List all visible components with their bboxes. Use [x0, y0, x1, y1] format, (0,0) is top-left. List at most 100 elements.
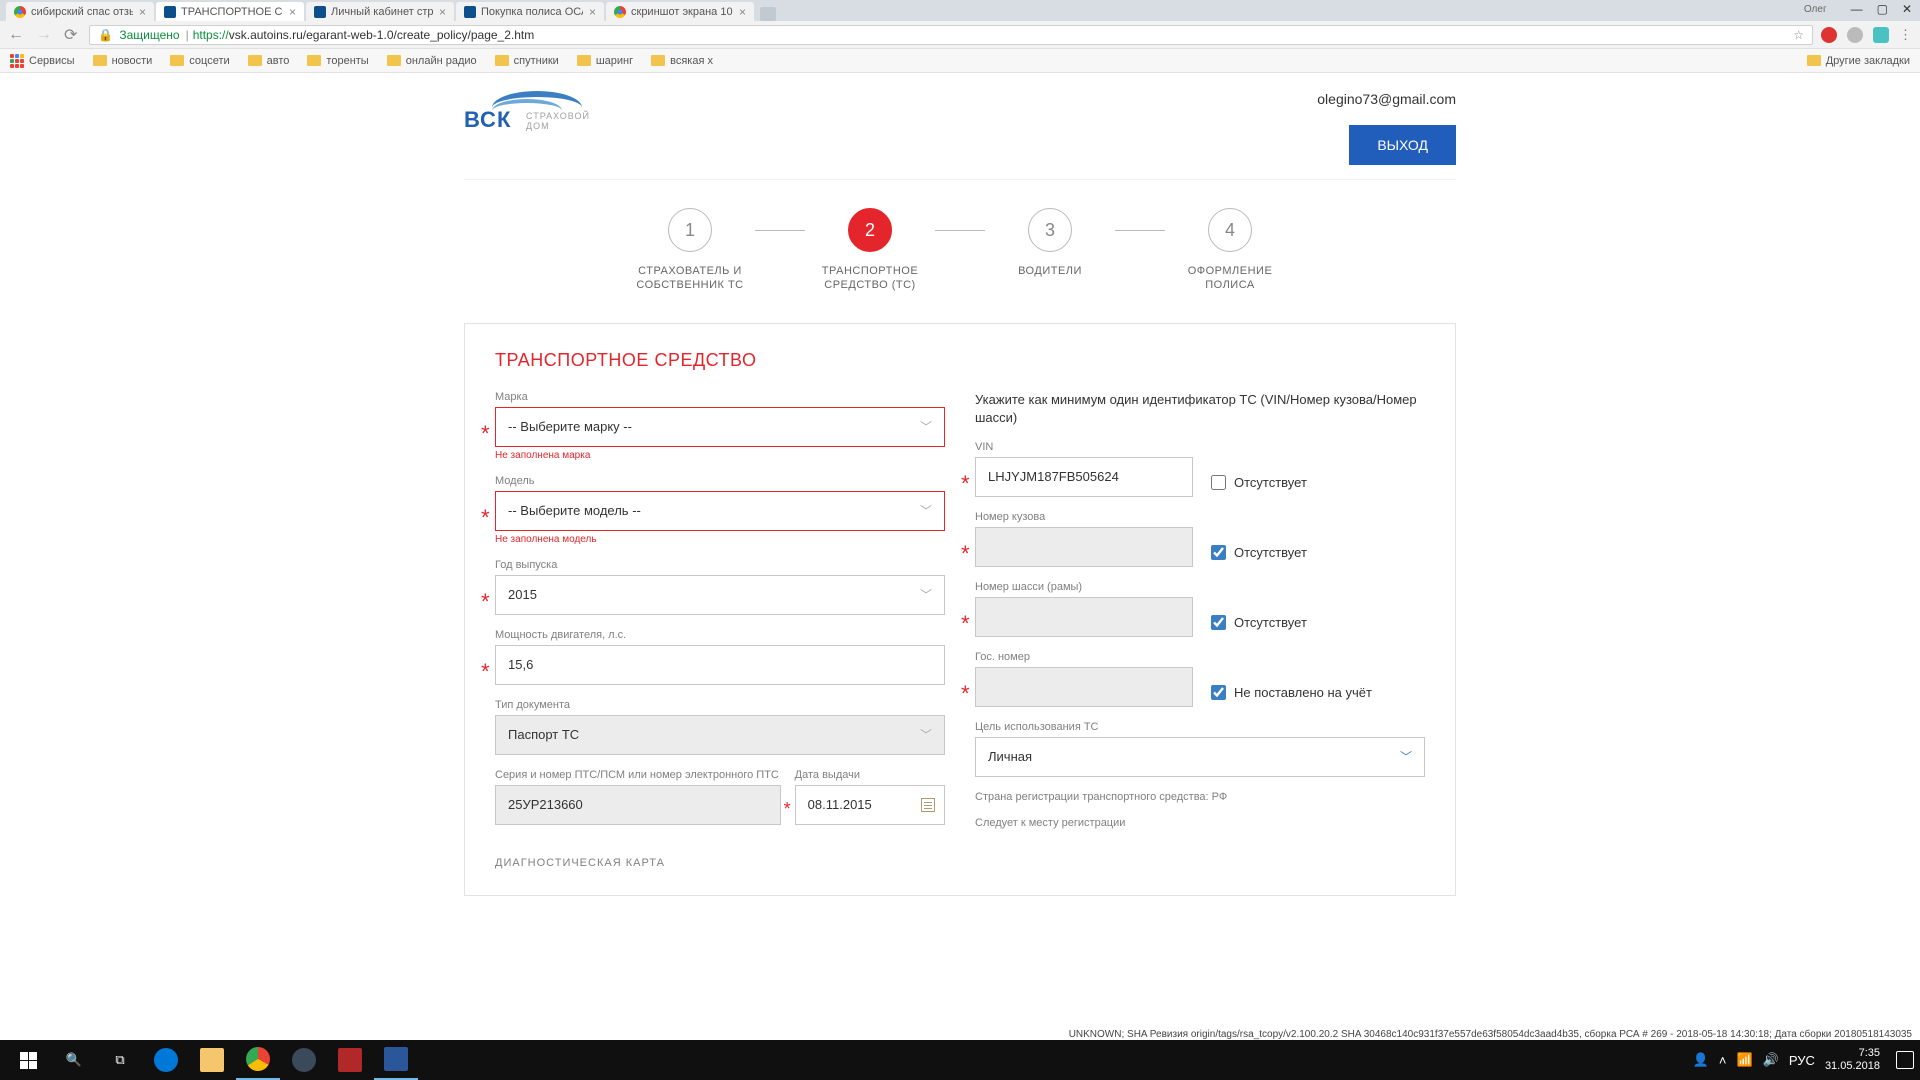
calendar-icon[interactable] — [921, 798, 935, 812]
required-icon: * — [961, 681, 970, 707]
maximize-icon[interactable]: ▢ — [1877, 2, 1888, 16]
favicon-google-icon — [614, 6, 626, 18]
chassis-label: Номер шасси (рамы) — [975, 581, 1193, 593]
chevron-down-icon: ﹀ — [920, 418, 932, 435]
tab-3[interactable]: Личный кабинет страхо× — [306, 2, 454, 21]
tab-4[interactable]: Покупка полиса ОСАГО× — [456, 2, 604, 21]
brand-select[interactable]: -- Выберите марку --﹀ — [495, 407, 945, 447]
word-icon[interactable] — [374, 1040, 418, 1080]
chevron-down-icon: ﹀ — [920, 586, 932, 603]
chrome-icon[interactable] — [236, 1040, 280, 1080]
new-tab-button[interactable] — [760, 7, 776, 21]
vin-input[interactable] — [975, 457, 1193, 497]
body-absent-checkbox[interactable]: Отсутствует — [1211, 545, 1307, 560]
reload-button[interactable]: ⟳ — [64, 25, 77, 45]
tray-chevron-icon[interactable]: ˄ — [1719, 1053, 1727, 1068]
bookmark-folder[interactable]: соцсети — [170, 55, 229, 67]
close-icon[interactable]: × — [289, 5, 296, 19]
edge-icon[interactable] — [144, 1040, 188, 1080]
tray-lang[interactable]: РУС — [1789, 1053, 1815, 1068]
logout-button[interactable]: ВЫХОД — [1349, 125, 1456, 165]
app-icon[interactable] — [282, 1040, 326, 1080]
apps-shortcut[interactable]: Сервисы — [10, 54, 75, 68]
bookmark-folder[interactable]: новости — [93, 55, 153, 67]
other-bookmarks[interactable]: Другие закладки — [1807, 55, 1910, 67]
follows-to-registration: Следует к месту регистрации — [975, 817, 1425, 829]
brand-error: Не заполнена марка — [495, 450, 945, 461]
model-error: Не заполнена модель — [495, 534, 945, 545]
tray-network-icon[interactable]: 📶 — [1737, 1052, 1753, 1068]
taskbar-clock[interactable]: 7:35 31.05.2018 — [1825, 1047, 1880, 1073]
close-icon[interactable]: × — [139, 5, 146, 19]
chevron-down-icon: ﹀ — [920, 726, 932, 743]
profile-name[interactable]: Олег — [1804, 4, 1827, 15]
bookmark-folder[interactable]: шаринг — [577, 55, 633, 67]
model-select[interactable]: -- Выберите модель --﹀ — [495, 491, 945, 531]
close-icon[interactable]: × — [589, 5, 596, 19]
vin-absent-checkbox[interactable]: Отсутствует — [1211, 475, 1307, 490]
extension-icon[interactable] — [1873, 27, 1889, 43]
body-input[interactable] — [975, 527, 1193, 567]
body-label: Номер кузова — [975, 511, 1193, 523]
tab-1[interactable]: сибирский спас отзывы× — [6, 2, 154, 21]
bookmark-folder[interactable]: онлайн радио — [387, 55, 477, 67]
adblock-icon[interactable] — [1821, 27, 1837, 43]
required-icon: * — [481, 659, 490, 685]
logo[interactable]: ВСК СТРАХОВОЙ ДОМ — [464, 91, 614, 133]
power-input[interactable] — [495, 645, 945, 685]
chassis-absent-checkbox[interactable]: Отсутствует — [1211, 615, 1307, 630]
notifications-icon[interactable] — [1896, 1051, 1914, 1069]
app-icon[interactable] — [328, 1040, 372, 1080]
bookmark-folder[interactable]: спутники — [495, 55, 559, 67]
tab-2[interactable]: ТРАНСПОРТНОЕ СРЕДС× — [156, 2, 304, 21]
not-registered-checkbox[interactable]: Не поставлено на учёт — [1211, 685, 1372, 700]
close-window-icon[interactable]: ✕ — [1902, 2, 1912, 16]
required-icon: * — [481, 421, 490, 447]
address-bar[interactable]: 🔒 Защищено | https://vsk.autoins.ru/egar… — [89, 25, 1813, 45]
purpose-select[interactable]: Личная﹀ — [975, 737, 1425, 777]
tray-people-icon[interactable]: 👤 — [1693, 1052, 1709, 1068]
required-icon: * — [481, 589, 490, 615]
favicon-vsk-icon — [314, 6, 326, 18]
step-4[interactable]: 4 ОФОРМЛЕНИЕ ПОЛИСА — [1165, 208, 1295, 293]
chevron-down-icon: ﹀ — [1400, 748, 1412, 765]
close-icon[interactable]: × — [739, 5, 746, 19]
star-icon[interactable]: ☆ — [1793, 28, 1804, 42]
doctype-select[interactable]: Паспорт ТС﹀ — [495, 715, 945, 755]
browser-toolbar: ← → ⟳ 🔒 Защищено | https://vsk.autoins.r… — [0, 21, 1920, 49]
required-icon: * — [961, 471, 970, 497]
series-label: Серия и номер ПТС/ПСМ или номер электрон… — [495, 769, 781, 781]
secure-label: Защищено — [119, 28, 179, 42]
start-button[interactable] — [6, 1040, 50, 1080]
forward-button[interactable]: → — [36, 26, 52, 44]
brand-label: Марка — [495, 391, 945, 403]
bookmark-folder[interactable]: авто — [248, 55, 290, 67]
search-button[interactable]: 🔍 — [52, 1040, 96, 1080]
model-label: Модель — [495, 475, 945, 487]
year-select[interactable]: 2015﹀ — [495, 575, 945, 615]
step-3[interactable]: 3 ВОДИТЕЛИ — [985, 208, 1115, 278]
explorer-icon[interactable] — [190, 1040, 234, 1080]
extension-icon[interactable] — [1847, 27, 1863, 43]
issue-date-label: Дата выдачи — [795, 769, 945, 781]
required-icon: * — [961, 541, 970, 567]
tab-5[interactable]: скриншот экрана 10 - П× — [606, 2, 754, 21]
bookmark-folder[interactable]: торенты — [307, 55, 368, 67]
plate-input[interactable] — [975, 667, 1193, 707]
windows-taskbar: 🔍 ⧉ 👤 ˄ 📶 🔊 РУС 7:35 31.05.2018 — [0, 1040, 1920, 1080]
step-1[interactable]: 1 СТРАХОВАТЕЛЬ И СОБСТВЕННИК ТС — [625, 208, 755, 293]
step-2[interactable]: 2 ТРАНСПОРТНОЕ СРЕДСТВО (ТС) — [805, 208, 935, 293]
tray-volume-icon[interactable]: 🔊 — [1763, 1052, 1779, 1068]
bookmark-folder[interactable]: всякая х — [651, 55, 713, 67]
chevron-down-icon: ﹀ — [920, 502, 932, 519]
menu-icon[interactable]: ⋮ — [1899, 27, 1912, 43]
back-button[interactable]: ← — [8, 26, 24, 44]
minimize-icon[interactable]: — — [1851, 2, 1863, 16]
task-view-button[interactable]: ⧉ — [98, 1040, 142, 1080]
plate-label: Гос. номер — [975, 651, 1193, 663]
series-input[interactable] — [495, 785, 781, 825]
close-icon[interactable]: × — [439, 5, 446, 19]
required-icon: * — [961, 611, 970, 637]
user-email: olegino73@gmail.com — [1317, 91, 1456, 107]
chassis-input[interactable] — [975, 597, 1193, 637]
